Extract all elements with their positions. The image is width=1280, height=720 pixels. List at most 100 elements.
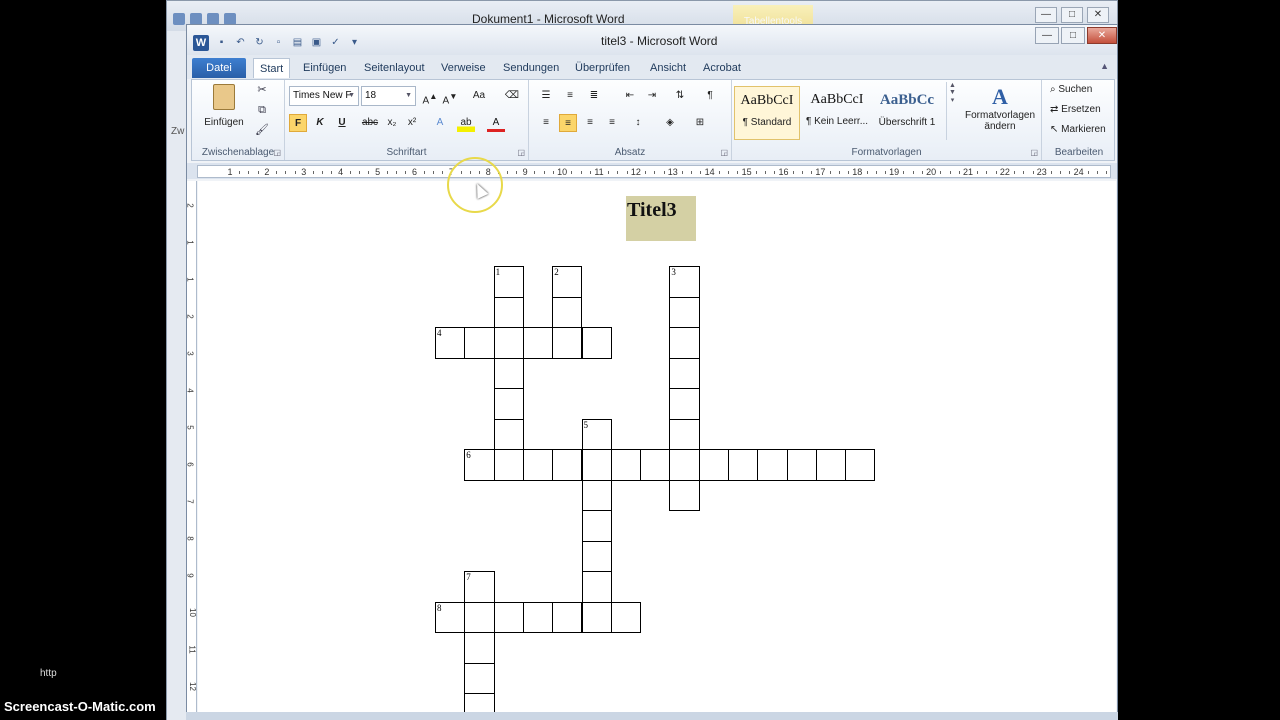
crossword-cell[interactable] bbox=[786, 449, 817, 481]
justify-icon[interactable]: ≡ bbox=[603, 114, 621, 132]
borders-icon[interactable]: ⊞ bbox=[691, 114, 709, 132]
preview-icon[interactable]: ▣ bbox=[310, 36, 323, 49]
pilcrow-icon[interactable]: ¶ bbox=[701, 87, 719, 105]
crossword-cell[interactable]: 4 bbox=[435, 327, 466, 359]
minimize-button[interactable]: — bbox=[1035, 27, 1059, 44]
crossword-cell[interactable] bbox=[669, 449, 700, 481]
crossword-cell[interactable] bbox=[493, 601, 524, 633]
tab-acrobat[interactable]: Acrobat bbox=[697, 58, 747, 78]
styles-scrollbar[interactable]: ▲ ▼ ▾ bbox=[946, 82, 958, 140]
underline-button[interactable]: U bbox=[333, 114, 351, 132]
crossword-cell[interactable] bbox=[669, 388, 700, 420]
maximize-icon[interactable]: □ bbox=[1061, 7, 1083, 23]
crossword-cell[interactable] bbox=[669, 418, 700, 450]
crossword-cell[interactable] bbox=[581, 449, 612, 481]
crossword-cell[interactable] bbox=[522, 327, 554, 359]
dialog-launcher-icon[interactable]: ◲ bbox=[720, 148, 728, 157]
crossword-cell[interactable] bbox=[464, 632, 495, 664]
decrease-indent-icon[interactable]: ⇤ bbox=[621, 87, 639, 105]
bold-button[interactable]: F bbox=[289, 114, 307, 132]
style-no-spacing[interactable]: AaBbCcI ¶ Kein Leerr... bbox=[804, 86, 870, 140]
paste-button[interactable]: Einfügen bbox=[202, 84, 246, 128]
tab-verweise[interactable]: Verweise bbox=[435, 58, 492, 78]
crossword-cell[interactable] bbox=[493, 357, 524, 389]
crossword-cell[interactable]: 2 bbox=[552, 266, 583, 298]
tab-ansicht[interactable]: Ansicht bbox=[644, 58, 692, 78]
sort-icon[interactable]: ⇅ bbox=[671, 87, 689, 105]
select-button[interactable]: ↖ Markieren bbox=[1050, 124, 1106, 135]
shading-icon[interactable]: ◈ bbox=[661, 114, 679, 132]
word-app-icon[interactable]: W bbox=[193, 35, 209, 51]
crossword-cell[interactable] bbox=[669, 479, 700, 511]
italic-button[interactable]: K bbox=[311, 114, 329, 132]
horizontal-ruler[interactable]: 1 2 3 4 5 6 7 8 9 10 11 12 13 14 15 16 17 18 19 20 21 22 23 24 bbox=[197, 165, 1111, 178]
strikethrough-button[interactable]: abc bbox=[359, 114, 381, 132]
font-color-icon[interactable]: A bbox=[487, 114, 505, 132]
maximize-button[interactable]: □ bbox=[1061, 27, 1085, 44]
crossword-cell[interactable] bbox=[669, 296, 700, 328]
crossword-cell[interactable] bbox=[522, 449, 554, 481]
crossword-cell[interactable]: 5 bbox=[581, 418, 612, 450]
superscript-icon[interactable]: x² bbox=[403, 114, 421, 132]
crossword-cell[interactable] bbox=[581, 540, 612, 572]
crossword-cell[interactable]: 1 bbox=[493, 266, 524, 298]
line-spacing-icon[interactable]: ↕ bbox=[629, 114, 647, 132]
crossword-cell[interactable] bbox=[815, 449, 847, 481]
clear-format-icon[interactable]: ⌫ bbox=[503, 87, 521, 105]
style-standard[interactable]: AaBbCcI ¶ Standard bbox=[734, 86, 800, 140]
crossword-cell[interactable]: 6 bbox=[464, 449, 495, 481]
crossword-cell[interactable] bbox=[845, 449, 876, 481]
crossword-cell[interactable] bbox=[493, 296, 524, 328]
align-left-icon[interactable]: ≡ bbox=[537, 114, 555, 132]
crossword-cell[interactable] bbox=[640, 449, 671, 481]
find-button[interactable]: ⌕ Suchen bbox=[1050, 84, 1092, 95]
crossword-cell[interactable] bbox=[493, 449, 524, 481]
crossword-cell[interactable] bbox=[493, 327, 524, 359]
crossword-cell[interactable] bbox=[581, 601, 612, 633]
redo-icon[interactable]: ↻ bbox=[253, 36, 266, 49]
crossword-cell[interactable] bbox=[464, 327, 495, 359]
vertical-ruler[interactable]: 2 1 1 2 3 4 5 6 7 8 9 10 11 12 bbox=[186, 181, 197, 720]
crossword-cell[interactable] bbox=[610, 449, 642, 481]
numbering-icon[interactable]: ≡ bbox=[561, 87, 579, 105]
save-icon[interactable]: ▪ bbox=[215, 36, 228, 49]
crossword-cell[interactable] bbox=[669, 327, 700, 359]
crossword-cell[interactable] bbox=[522, 601, 554, 633]
crossword-cell[interactable]: 3 bbox=[669, 266, 700, 298]
bullets-icon[interactable]: ☰ bbox=[537, 87, 555, 105]
dialog-launcher-icon[interactable]: ◲ bbox=[273, 148, 281, 157]
format-painter-icon[interactable]: 🖌 bbox=[254, 122, 270, 138]
crossword-cell[interactable] bbox=[610, 601, 642, 633]
tab-start[interactable]: Start bbox=[253, 58, 291, 78]
font-size-combo[interactable]: 18 ▼ bbox=[361, 86, 416, 106]
close-button[interactable]: ✕ bbox=[1087, 27, 1117, 44]
copy-icon[interactable]: ⧉ bbox=[254, 102, 270, 118]
crossword-cell[interactable] bbox=[552, 296, 583, 328]
style-heading-1[interactable]: AaBbCc Überschrift 1 bbox=[874, 86, 940, 140]
shrink-font-icon[interactable]: A▼ bbox=[441, 87, 459, 106]
multilevel-list-icon[interactable]: ≣ bbox=[585, 87, 603, 105]
crossword-cell[interactable] bbox=[581, 479, 612, 511]
crossword-cell[interactable] bbox=[464, 662, 495, 694]
undo-icon[interactable]: ↶ bbox=[234, 36, 247, 49]
grow-font-icon[interactable]: A▲ bbox=[421, 87, 439, 106]
font-name-combo[interactable]: Times New F ▼ bbox=[289, 86, 359, 106]
align-right-icon[interactable]: ≡ bbox=[581, 114, 599, 132]
subscript-icon[interactable]: x₂ bbox=[383, 114, 401, 132]
crossword-cell[interactable] bbox=[757, 449, 788, 481]
dialog-launcher-icon[interactable]: ◲ bbox=[517, 148, 525, 157]
document-title[interactable]: Titel3 bbox=[626, 196, 696, 241]
crossword-cell[interactable] bbox=[493, 418, 524, 450]
crossword-cell[interactable] bbox=[552, 449, 583, 481]
tab-datei[interactable]: Datei bbox=[192, 58, 246, 78]
crossword-cell[interactable] bbox=[552, 601, 583, 633]
tab-einfuegen[interactable]: Einfügen bbox=[297, 58, 352, 78]
change-styles-button[interactable]: A Formatvorlagen ändern bbox=[960, 84, 1040, 132]
dialog-launcher-icon[interactable]: ◲ bbox=[1030, 148, 1038, 157]
text-effects-icon[interactable]: A bbox=[431, 114, 449, 132]
align-center-icon[interactable]: ≡ bbox=[559, 114, 577, 132]
crossword-cell[interactable] bbox=[581, 327, 612, 359]
document-page[interactable]: Titel3 1 2 3 4 5 6 7 8 bbox=[198, 181, 1116, 720]
crossword-cell[interactable] bbox=[493, 388, 524, 420]
crossword-cell[interactable]: 8 bbox=[435, 601, 466, 633]
